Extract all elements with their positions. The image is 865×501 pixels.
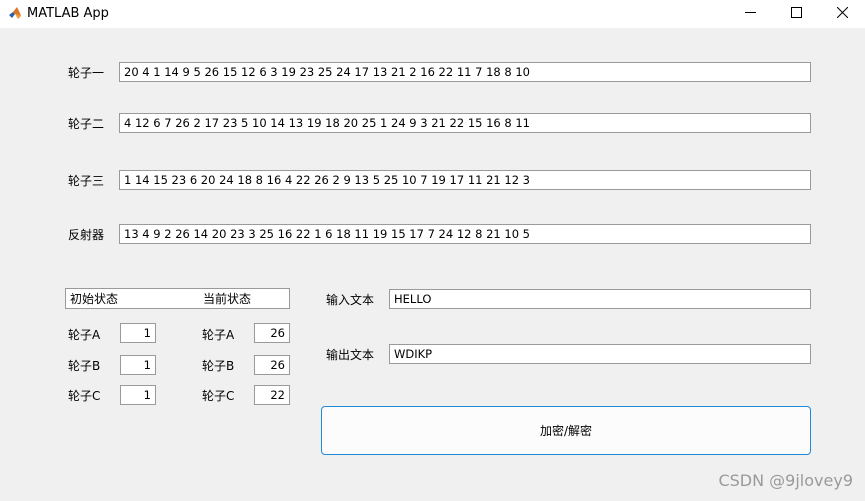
input-text-field[interactable]: HELLO <box>389 289 811 309</box>
initial-rotor-a-label: 轮子A <box>68 328 101 342</box>
initial-state-header: 初始状态 <box>70 292 119 306</box>
rotor1-label: 轮子一 <box>68 66 105 80</box>
current-state-header: 当前状态 <box>203 292 252 306</box>
maximize-button[interactable] <box>773 0 819 28</box>
rotor1-field[interactable]: 20 4 1 14 9 5 26 15 12 6 3 19 23 25 24 1… <box>119 62 811 82</box>
input-text-label: 输入文本 <box>326 293 375 307</box>
minimize-icon <box>744 7 756 21</box>
output-text-label: 输出文本 <box>326 348 375 362</box>
minimize-button[interactable] <box>727 0 773 28</box>
reflector-label: 反射器 <box>68 228 105 242</box>
current-rotor-b-field[interactable]: 26 <box>254 355 290 375</box>
rotor3-field[interactable]: 1 14 15 23 6 20 24 18 8 16 4 22 26 2 9 1… <box>119 170 811 190</box>
window-title: MATLAB App <box>27 6 109 21</box>
initial-rotor-b-label: 轮子B <box>68 359 101 373</box>
current-rotor-a-label: 轮子A <box>202 328 235 342</box>
rotor2-label: 轮子二 <box>68 117 105 131</box>
initial-rotor-a-field[interactable]: 1 <box>120 323 156 343</box>
title-bar: MATLAB App <box>0 0 865 28</box>
current-rotor-a-field[interactable]: 26 <box>254 323 290 343</box>
matlab-icon <box>8 6 22 20</box>
watermark: CSDN @9jlovey9 <box>718 471 853 490</box>
close-button[interactable] <box>819 0 865 28</box>
encrypt-decrypt-label: 加密/解密 <box>539 424 593 438</box>
close-icon <box>836 6 848 21</box>
current-rotor-c-label: 轮子C <box>202 389 235 403</box>
initial-rotor-c-field[interactable]: 1 <box>120 385 156 405</box>
current-rotor-b-label: 轮子B <box>202 359 235 373</box>
maximize-icon <box>790 7 802 21</box>
output-text-field[interactable]: WDIKP <box>389 344 811 364</box>
initial-rotor-c-label: 轮子C <box>68 389 101 403</box>
current-rotor-c-field[interactable]: 22 <box>254 385 290 405</box>
rotor3-label: 轮子三 <box>68 174 105 188</box>
initial-rotor-b-field[interactable]: 1 <box>120 355 156 375</box>
encrypt-decrypt-button[interactable]: 加密/解密 <box>321 406 811 455</box>
reflector-field[interactable]: 13 4 9 2 26 14 20 23 3 25 16 22 1 6 18 1… <box>119 224 811 244</box>
rotor2-field[interactable]: 4 12 6 7 26 2 17 23 5 10 14 13 19 18 20 … <box>119 113 811 133</box>
app-window: MATLAB App 轮子一 20 4 1 14 9 5 26 15 12 6 … <box>0 0 865 501</box>
state-header: 初始状态 当前状态 <box>65 288 290 309</box>
